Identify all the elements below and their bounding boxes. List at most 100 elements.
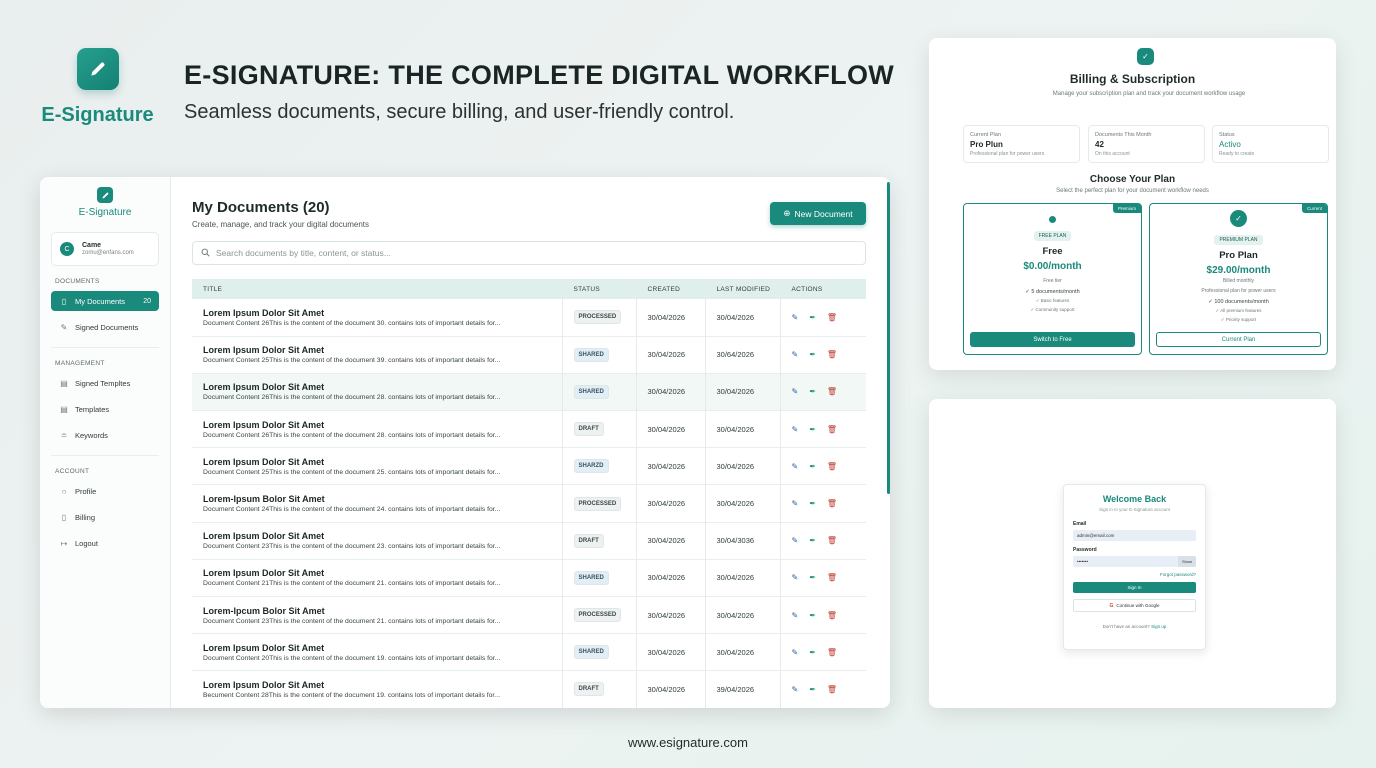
document-title[interactable]: Lorem Ipsum Dolor Sit Amet [203,680,562,690]
sign-icon[interactable]: ✒ [809,573,816,582]
column-header-title[interactable]: TITLE [192,279,563,299]
signup-prompt: Don't have an account? Sign up [1064,624,1205,629]
trash-icon[interactable]: 🗑 [827,536,837,545]
table-row[interactable]: Lorem Ipsum Dolor Sit Amet Document Conte… [192,633,866,671]
sign-icon[interactable]: ✒ [809,462,816,471]
edit-icon[interactable]: ✎ [792,611,799,620]
trash-icon[interactable]: 🗑 [827,350,837,359]
scrollbar[interactable] [887,182,890,494]
email-label: Email [1073,521,1087,527]
search-input[interactable] [216,248,816,258]
table-row[interactable]: Lorem Ipsum Dolor Sit Amet Document Conte… [192,336,866,374]
edit-icon[interactable]: ✎ [792,648,799,657]
cell-last-modified: 30/04/2026 [705,410,781,448]
sign-icon[interactable]: ✒ [809,313,816,322]
password-field[interactable]: ••••••• Show [1073,556,1196,567]
trash-icon[interactable]: 🗑 [827,425,837,434]
sidebar-item-keywords[interactable]: ≐ Keywords [51,425,159,445]
sidebar-item-billing[interactable]: ▯ Billing [51,507,159,527]
sidebar-item-logout[interactable]: ↦ Logout [51,533,159,553]
google-sign-in-button[interactable]: G Continue with Google [1073,599,1196,612]
current-plan-button[interactable]: Current Plan [1156,332,1321,347]
edit-icon[interactable]: ✎ [792,425,799,434]
sign-icon[interactable]: ✒ [809,425,816,434]
sign-icon[interactable]: ✒ [809,648,816,657]
cell-created: 30/04/2026 [636,559,706,597]
document-title[interactable]: Lorem Ipsum Dolor Sit Amet [203,308,562,318]
brand-name: E-Signature [41,104,154,126]
trash-icon[interactable]: 🗑 [827,648,837,657]
edit-icon[interactable]: ✎ [792,685,799,694]
document-title[interactable]: Lorem-Ipsum Bolor Sit Amet [203,494,562,504]
edit-icon[interactable]: ✎ [792,313,799,322]
edit-icon[interactable]: ✎ [792,499,799,508]
sign-icon[interactable]: ✒ [809,499,816,508]
sign-icon[interactable]: ✒ [809,387,816,396]
column-header-last-modified[interactable]: LAST MODIFIED [705,279,781,299]
trash-icon[interactable]: 🗑 [827,685,837,694]
table-row[interactable]: Lorem Ipsum Dolor Sit Amet Document Conte… [192,447,866,485]
sidebar-item-profile[interactable]: ○ Profile [51,481,159,501]
table-row[interactable]: Lorem-Ipsum Bolor Sit Amet Document Conte… [192,484,866,523]
sidebar-item-my-documents[interactable]: ▯ My Documents 20 [51,291,159,311]
table-row[interactable]: Lorem Ipsum Dolor Sit Amet Document Conte… [192,559,866,597]
sign-icon[interactable]: ✒ [809,685,816,694]
edit-icon[interactable]: ✎ [792,573,799,582]
user-card[interactable]: C Came zomu@enfans.com [51,232,159,266]
sign-in-button[interactable]: Sign In [1073,582,1196,593]
trash-icon[interactable]: 🗑 [827,462,837,471]
document-title[interactable]: Lorem-Ipcum Bolor Sit Amet [203,606,562,616]
sign-up-link[interactable]: Sign up [1151,624,1166,629]
edit-icon[interactable]: ✎ [792,387,799,396]
sidebar-item-templates[interactable]: ▤ Templates [51,399,159,419]
new-document-button[interactable]: ⊕ New Document [770,202,866,225]
document-title[interactable]: Lorem Ipsum Dolor Sit Amet [203,382,562,392]
sign-icon[interactable]: ✒ [809,611,816,620]
trash-icon[interactable]: 🗑 [827,611,837,620]
document-title[interactable]: Lorem Ipsum Dolor Sit Amet [203,420,562,430]
sidebar-item-signed-templates[interactable]: ▤ Signed Templtes [51,373,159,393]
forgot-password-link[interactable]: Forgot password? [1073,572,1196,577]
edit-icon[interactable]: ✎ [792,462,799,471]
document-title[interactable]: Lorem Ipsum Dolor Sit Amet [203,345,562,355]
stat-note: On this account [1095,151,1130,157]
password-label: Password [1073,547,1097,553]
sign-icon[interactable]: ✒ [809,350,816,359]
documents-main: My Documents (20) Create, manage, and tr… [192,177,890,708]
document-title[interactable]: Lorem Ipsum Dolor Sit Amet [203,531,562,541]
cell-created: 30/04/2026 [636,596,706,634]
trash-icon[interactable]: 🗑 [827,573,837,582]
document-title[interactable]: Lorem Ipsum Dolor Sit Amet [203,643,562,653]
email-field[interactable]: admin@email.com [1073,530,1196,541]
sidebar-item-label: Templates [75,404,110,414]
document-title[interactable]: Lorem Ipsum Dolor Sit Amet [203,568,562,578]
sign-icon[interactable]: ✒ [809,536,816,545]
trash-icon[interactable]: 🗑 [827,313,837,322]
footer-url[interactable]: www.esignature.com [0,735,1376,750]
plan-card-pro: Current ✓ PREMIUM PLAN Pro Plan $29.00/m… [1149,203,1328,355]
column-header-actions: ACTIONS [791,285,823,293]
switch-to-free-button[interactable]: Switch to Free [970,332,1135,347]
table-row[interactable]: Lorem Ipsum Dolor Sit Amet Becument Conte… [192,670,866,708]
table-row[interactable]: Lorem Ipsum Dolor Sit Amet Document Conte… [192,522,866,560]
show-password-button[interactable]: Show [1178,556,1196,567]
table-row[interactable]: Lorem-Ipcum Bolor Sit Amet Document Conte… [192,596,866,634]
table-row[interactable]: Lorem Ipsum Dolor Sit Amet Document Conte… [192,373,866,411]
plan-feature: ✓ All premium features [1215,308,1262,313]
trash-icon[interactable]: 🗑 [827,499,837,508]
stat-label: Status [1219,132,1235,138]
sidebar-item-signed-documents[interactable]: ✎ Signed Documents [51,317,159,337]
column-header-created[interactable]: CREATED [636,279,706,299]
cell-status: DRAFT [562,670,637,708]
stat-value: 42 [1095,140,1104,149]
sidebar-item-label: Billing [75,512,96,522]
table-row[interactable]: Lorem Ipsum Dolor Sit Amet Document Conte… [192,410,866,448]
edit-icon[interactable]: ✎ [792,536,799,545]
column-header-status[interactable]: STATUS [562,279,637,299]
cell-created: 30/04/2026 [636,633,706,671]
document-title[interactable]: Lorem Ipsum Dolor Sit Amet [203,457,562,467]
billing-icon: ▯ [61,512,67,522]
edit-icon[interactable]: ✎ [792,350,799,359]
table-row[interactable]: Lorem Ipsum Dolor Sit Amet Document Conte… [192,299,866,337]
trash-icon[interactable]: 🗑 [827,387,837,396]
